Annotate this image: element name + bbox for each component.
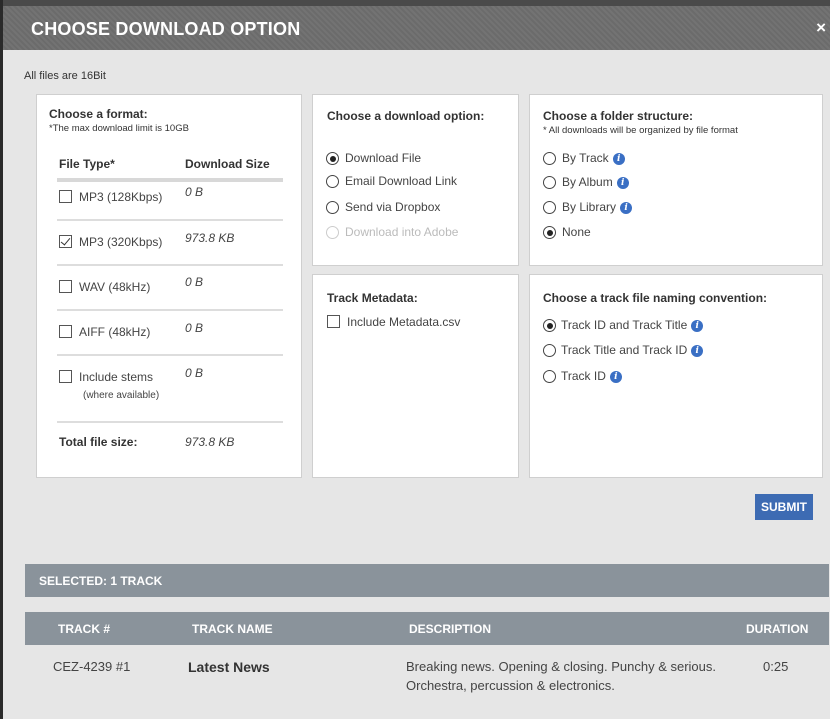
folder-structure-panel: Choose a folder structure: * All downloa…: [529, 94, 823, 266]
radio-email-link[interactable]: [326, 175, 339, 188]
row-track-number: CEZ-4239 #1: [53, 659, 131, 674]
label-track-id: Track ID: [561, 369, 606, 383]
label-adobe: Download into Adobe: [345, 225, 459, 239]
download-modal: CHOOSE DOWNLOAD OPTION × All files are 1…: [0, 0, 830, 719]
col-track-name: TRACK NAME: [192, 622, 273, 636]
track-metadata-panel: Track Metadata: Include Metadata.csv: [312, 274, 519, 478]
folder-option-by-track: By Track i: [562, 151, 625, 165]
radio-track-id[interactable]: [543, 370, 556, 383]
radio-download-file[interactable]: [326, 152, 339, 165]
row-divider: [57, 421, 283, 423]
col-track-number: TRACK #: [58, 622, 111, 636]
label-id-and-title: Track ID and Track Title: [561, 318, 688, 332]
row-description: Breaking news. Opening & closing. Punchy…: [406, 659, 717, 693]
naming-option-track-id: Track ID i: [561, 369, 622, 383]
row-divider: [57, 309, 283, 311]
download-option-title: Choose a download option:: [327, 109, 485, 123]
total-size-value: 973.8 KB: [185, 435, 235, 449]
download-size-header: Download Size: [185, 157, 270, 171]
modal-title: CHOOSE DOWNLOAD OPTION: [31, 19, 301, 39]
format-checkbox-mp3-128[interactable]: [59, 190, 72, 203]
close-icon[interactable]: ×: [816, 18, 826, 38]
radio-by-album[interactable]: [543, 176, 556, 189]
format-panel: Choose a format: *The max download limit…: [36, 94, 302, 478]
format-label-wav: WAV (48kHz): [79, 280, 151, 294]
row-divider: [57, 219, 283, 221]
folder-option-by-album: By Album i: [562, 175, 629, 189]
format-checkbox-aiff[interactable]: [59, 325, 72, 338]
folder-title: Choose a folder structure:: [543, 109, 694, 123]
radio-id-and-title[interactable]: [543, 319, 556, 332]
info-icon[interactable]: i: [691, 319, 704, 332]
bit-depth-note: All files are 16Bit: [24, 70, 106, 82]
radio-none[interactable]: [543, 226, 556, 239]
row-duration: 0:25: [763, 659, 789, 674]
format-size-stems: 0 B: [185, 366, 204, 380]
format-sublabel-stems: (where available): [83, 390, 160, 401]
submit-button[interactable]: SUBMIT: [755, 494, 813, 520]
info-icon[interactable]: i: [620, 201, 633, 214]
col-duration: DURATION: [746, 622, 809, 636]
radio-adobe: [326, 226, 339, 239]
selected-count: SELECTED: 1 TRACK: [39, 574, 163, 588]
format-checkbox-wav[interactable]: [59, 280, 72, 293]
row-divider: [57, 264, 283, 266]
radio-by-track[interactable]: [543, 152, 556, 165]
metadata-title: Track Metadata:: [327, 291, 418, 305]
label-title-and-id: Track Title and Track ID: [561, 343, 688, 357]
file-type-header: File Type*: [59, 157, 115, 171]
folder-option-by-library: By Library i: [562, 200, 633, 214]
format-size-mp3-128: 0 B: [185, 185, 204, 199]
folder-subtitle: * All downloads will be organized by fil…: [543, 125, 738, 136]
naming-option-id-and-title: Track ID and Track Title i: [561, 318, 704, 332]
label-by-track: By Track: [562, 151, 609, 165]
radio-by-library[interactable]: [543, 201, 556, 214]
naming-option-title-and-id: Track Title and Track ID i: [561, 343, 704, 357]
info-icon[interactable]: i: [609, 370, 622, 383]
info-icon[interactable]: i: [691, 344, 704, 357]
selected-tracks-bar: SELECTED: 1 TRACK: [25, 564, 829, 597]
radio-dropbox[interactable]: [326, 201, 339, 214]
format-checkbox-stems[interactable]: [59, 370, 72, 383]
row-divider: [57, 354, 283, 356]
format-title: Choose a format:: [49, 107, 148, 121]
format-size-aiff: 0 B: [185, 321, 204, 335]
label-by-library: By Library: [562, 200, 617, 214]
info-icon[interactable]: i: [612, 152, 625, 165]
naming-title: Choose a track file naming convention:: [543, 291, 768, 305]
format-checkbox-mp3-320[interactable]: [59, 235, 72, 248]
label-download-file: Download File: [345, 151, 422, 165]
naming-convention-panel: Choose a track file naming convention: T…: [529, 274, 823, 478]
info-icon[interactable]: i: [616, 176, 629, 189]
format-label-mp3-128: MP3 (128Kbps): [79, 190, 163, 204]
tracks-table-header: TRACK # TRACK NAME DESCRIPTION DURATION: [25, 612, 829, 645]
format-size-wav: 0 B: [185, 275, 204, 289]
format-label-stems: Include stems: [79, 370, 154, 384]
label-none: None: [562, 225, 591, 239]
label-email-link: Email Download Link: [345, 174, 458, 188]
modal-header: CHOOSE DOWNLOAD OPTION ×: [3, 0, 830, 50]
format-label-aiff: AIFF (48kHz): [79, 325, 151, 339]
metadata-checkbox-label: Include Metadata.csv: [347, 315, 461, 329]
label-dropbox: Send via Dropbox: [345, 200, 441, 214]
total-size-label: Total file size:: [59, 435, 138, 449]
download-option-panel: Choose a download option: Download File …: [312, 94, 519, 266]
col-description: DESCRIPTION: [409, 622, 492, 636]
row-track-name[interactable]: Latest News: [188, 659, 270, 675]
label-by-album: By Album: [562, 175, 613, 189]
header-divider: [57, 178, 283, 182]
metadata-checkbox[interactable]: [327, 315, 340, 328]
radio-title-and-id[interactable]: [543, 344, 556, 357]
format-size-mp3-320: 973.8 KB: [185, 231, 235, 245]
format-label-mp3-320: MP3 (320Kbps): [79, 235, 163, 249]
format-subtitle: *The max download limit is 10GB: [49, 123, 189, 134]
